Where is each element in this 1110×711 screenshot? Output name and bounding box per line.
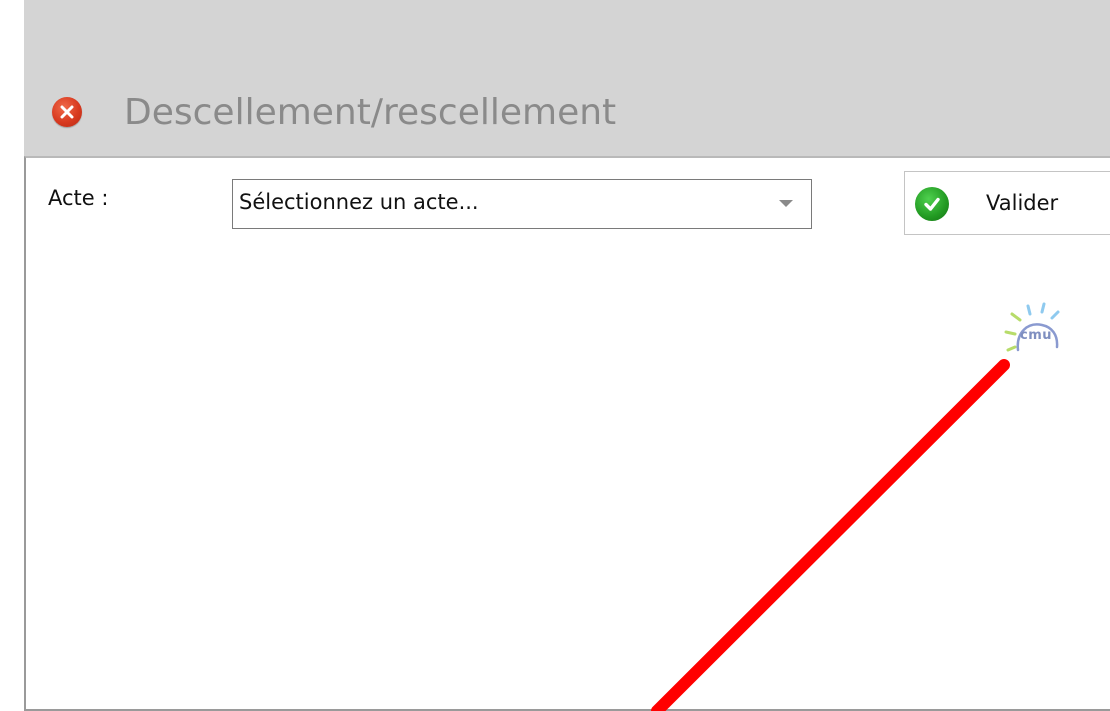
dialog-window: Descellement/rescellement Acte : Sélecti… bbox=[24, 0, 1110, 711]
validate-button[interactable]: Valider bbox=[904, 171, 1110, 235]
sun-logo-icon bbox=[1004, 302, 1060, 352]
acte-select[interactable]: Sélectionnez un acte... bbox=[232, 179, 812, 229]
check-icon bbox=[915, 187, 949, 221]
validate-label: Valider bbox=[986, 191, 1059, 215]
chevron-down-icon bbox=[779, 200, 793, 207]
content-panel: Acte : Sélectionnez un acte... Valider bbox=[24, 156, 1110, 711]
acte-label: Acte : bbox=[48, 186, 109, 210]
window-title: Descellement/rescellement bbox=[124, 92, 617, 133]
background-strip bbox=[0, 0, 24, 711]
title-bar: Descellement/rescellement bbox=[24, 0, 1110, 156]
cmu-logo: cmu bbox=[982, 294, 1066, 358]
close-button[interactable] bbox=[52, 97, 82, 127]
close-icon bbox=[60, 105, 74, 119]
logo-text: cmu bbox=[1020, 328, 1053, 343]
acte-select-value: Sélectionnez un acte... bbox=[239, 190, 479, 214]
